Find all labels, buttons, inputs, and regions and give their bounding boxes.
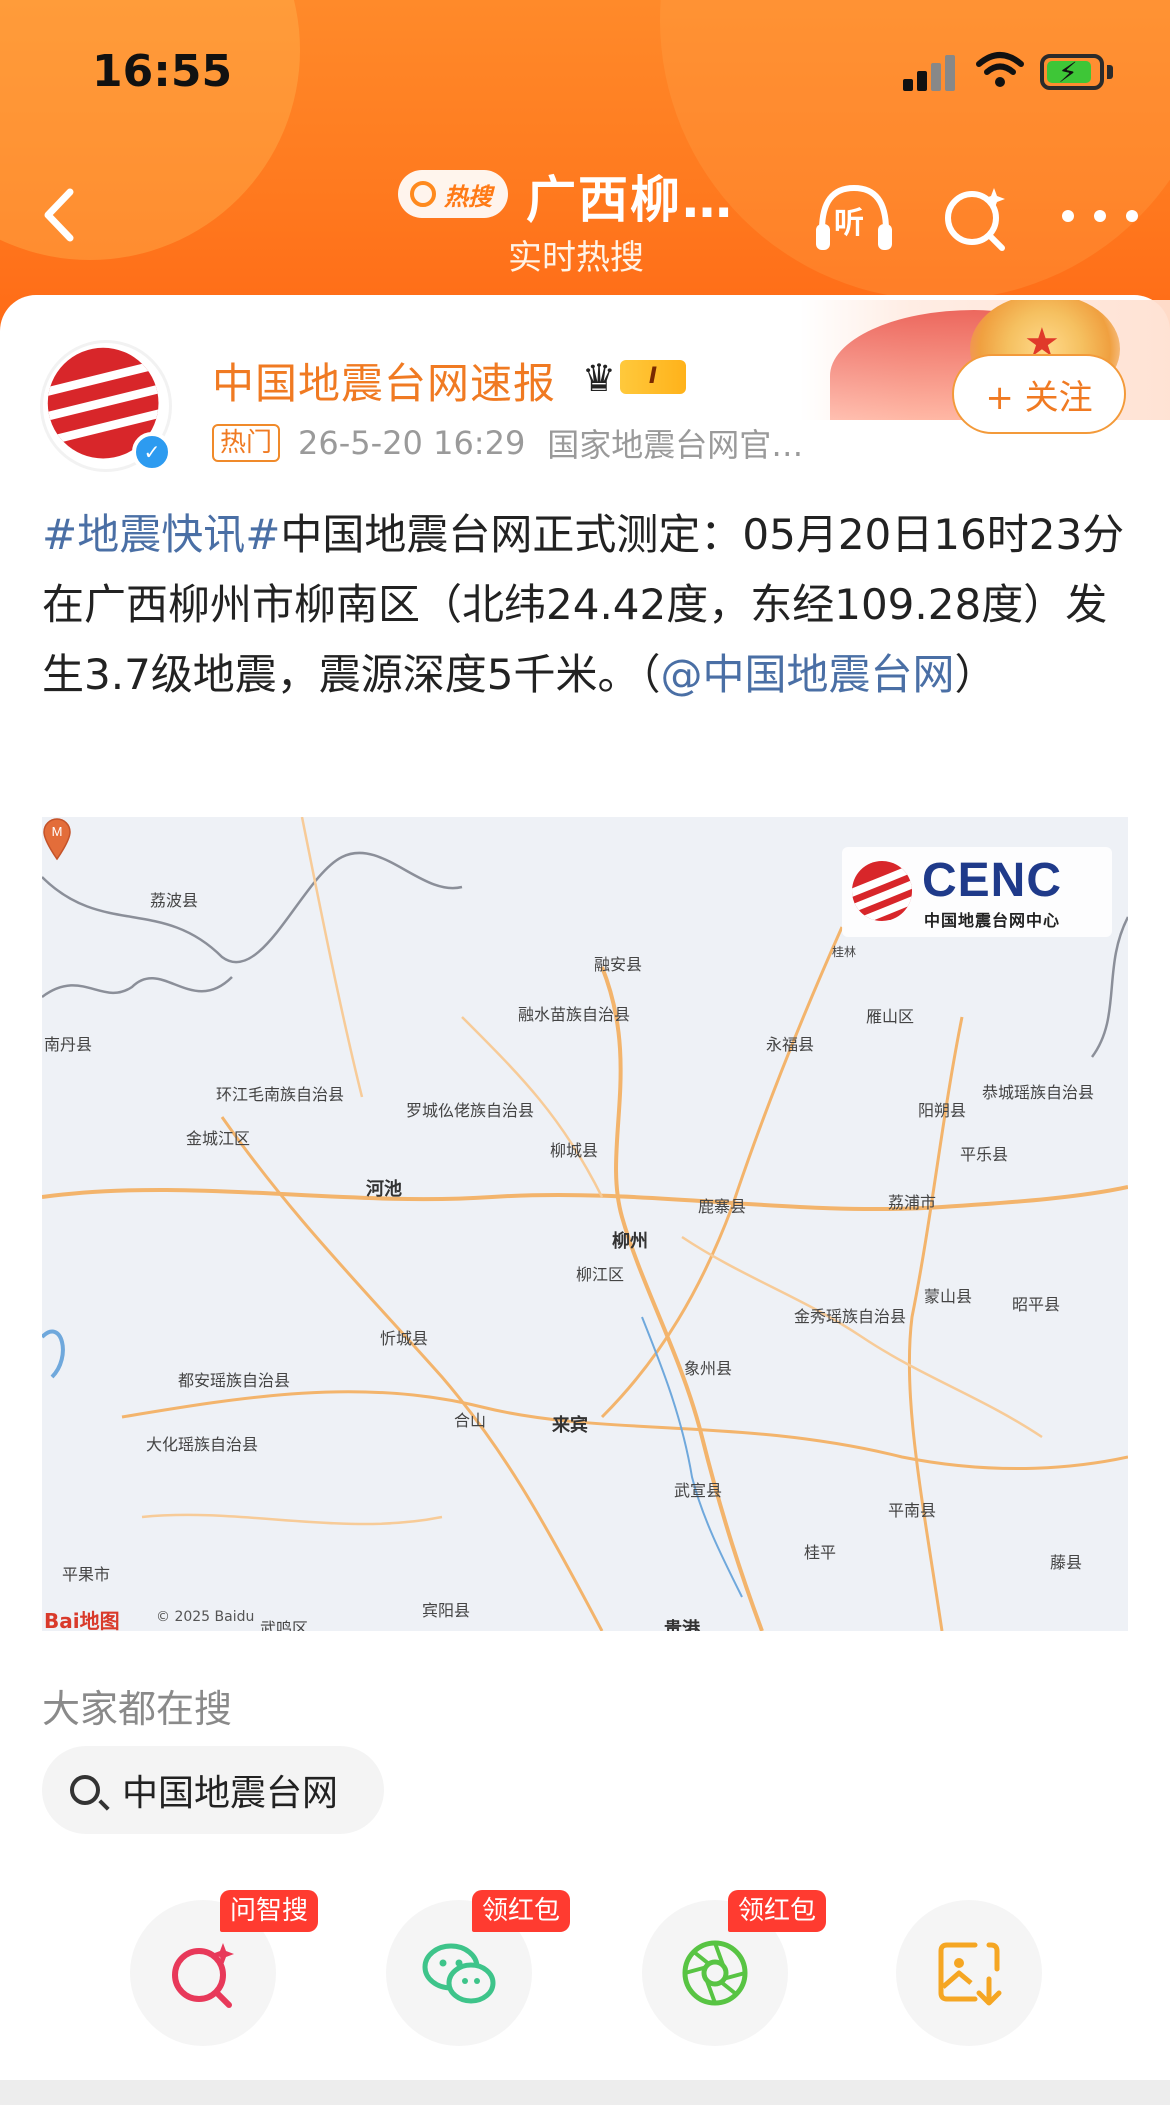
- map-label: 永福县: [766, 1035, 815, 1054]
- page-title: 广西柳…: [526, 171, 734, 229]
- map-label: 象州县: [684, 1359, 733, 1378]
- share-wechat-button[interactable]: 领红包: [386, 1890, 571, 2046]
- map-label: 大化瑶族自治县: [146, 1435, 259, 1454]
- cenc-logo-text: CENC: [922, 854, 1063, 907]
- battery-icon: ⚡: [1040, 54, 1104, 90]
- verified-badge-icon: ✓: [132, 432, 172, 472]
- search-icon: [70, 1775, 100, 1805]
- map-label: 藤县: [1050, 1553, 1083, 1572]
- back-icon[interactable]: [30, 180, 90, 250]
- map-label: 鹿寨县: [698, 1197, 747, 1216]
- map-label: 阳朔县: [918, 1101, 967, 1120]
- hot-label: 热搜: [444, 182, 492, 211]
- action-badge: 领红包: [728, 1890, 827, 1932]
- map-label: 来宾: [552, 1415, 588, 1436]
- map-label: 柳城县: [550, 1141, 599, 1160]
- map-label: 武宣县: [674, 1481, 723, 1500]
- related-search-heading: 大家都在搜: [42, 1687, 233, 1731]
- author-name[interactable]: 中国地震台网速报: [212, 350, 556, 411]
- member-level-badge[interactable]: ♛ I: [582, 354, 692, 400]
- listen-label: 听: [834, 206, 864, 241]
- post-body-end: ）: [954, 650, 997, 699]
- map-label: 宾阳县: [422, 1601, 471, 1620]
- epicenter-marker-icon[interactable]: M: [42, 817, 72, 861]
- map-label: 荔波县: [150, 891, 199, 910]
- marker-label: M: [52, 824, 63, 839]
- map-label: 雁山区: [866, 1007, 915, 1026]
- save-image-icon: [938, 1942, 1002, 2006]
- ai-search-icon: [172, 1943, 234, 2008]
- save-image-button[interactable]: [896, 1900, 1042, 2046]
- home-indicator-bar: [0, 2080, 1170, 2105]
- level-text: I: [620, 360, 686, 394]
- wechat-icon: [422, 1943, 496, 2004]
- map-label: 忻城县: [380, 1329, 429, 1348]
- map-label: 融安县: [594, 955, 643, 974]
- map-roads: [42, 817, 1128, 1631]
- map-label: 桂林: [832, 945, 857, 959]
- map-label: 桂平: [804, 1543, 837, 1562]
- listen-button[interactable]: 听: [812, 180, 896, 256]
- cenc-logo: CENC 中国地震台网中心: [842, 847, 1112, 937]
- post-body: #地震快讯#中国地震台网正式测定：05月20日16时23分在广西柳州市柳南区（北…: [42, 500, 1132, 710]
- map-label: 平乐县: [960, 1145, 1009, 1164]
- map-label: 蒙山县: [924, 1287, 973, 1306]
- wifi-icon: [976, 52, 1024, 87]
- status-time: 16:55: [92, 46, 233, 97]
- crown-icon: ♛: [582, 356, 617, 400]
- related-search-text: 中国地震台网: [122, 1773, 339, 1814]
- related-search-chip[interactable]: 中国地震台网: [42, 1746, 384, 1834]
- map-label: 武鸣区: [260, 1619, 309, 1631]
- cenc-logo-subtitle: 中国地震台网中心: [924, 911, 1061, 930]
- map-label: 平南县: [888, 1501, 937, 1520]
- map-attribution: © 2025 Baidu: [156, 1609, 255, 1625]
- map-label: 平果市: [62, 1565, 111, 1584]
- action-badge: 领红包: [472, 1890, 571, 1932]
- search-icon: [410, 181, 436, 207]
- map-label: 金秀瑶族自治县: [794, 1307, 907, 1326]
- map-label: 贵港: [664, 1619, 700, 1631]
- ai-search-action-button[interactable]: 问智搜: [130, 1890, 319, 2046]
- map-label: 柳州: [612, 1231, 648, 1252]
- map-label: 罗城仫佬族自治县: [406, 1101, 535, 1120]
- post-time: 26-5-20 16:29: [298, 424, 526, 462]
- hot-search-badge: 热搜: [398, 170, 508, 218]
- post-meta: 热门 26-5-20 16:29 国家地震台网官…: [212, 420, 803, 466]
- moments-icon: [682, 1940, 748, 2006]
- more-options-icon[interactable]: [1062, 204, 1138, 228]
- battery-tip: [1107, 65, 1113, 79]
- mention-link[interactable]: @中国地震台网: [661, 650, 955, 699]
- map-label: 都安瑶族自治县: [178, 1371, 291, 1390]
- post-source: 国家地震台网官…: [547, 426, 804, 464]
- map-label: 金城江区: [186, 1129, 251, 1148]
- topic-link[interactable]: #地震快讯#: [42, 510, 280, 559]
- map-label: 恭城瑶族自治县: [982, 1083, 1095, 1102]
- share-moments-button[interactable]: 领红包: [642, 1890, 827, 2046]
- hot-tag: 热门: [212, 424, 281, 462]
- map-label: 融水苗族自治县: [518, 1005, 631, 1024]
- map-label: 河池: [366, 1179, 402, 1200]
- map-label: 荔浦市: [888, 1193, 937, 1212]
- follow-button[interactable]: + 关注: [952, 354, 1126, 434]
- signal-icon: [903, 55, 959, 91]
- map-image[interactable]: CENC 中国地震台网中心 荔波县 融安县 融水苗族自治县 南丹县 永福县 雁山…: [42, 817, 1128, 1631]
- map-label: 合山: [454, 1411, 487, 1430]
- ai-search-icon[interactable]: [940, 180, 1010, 256]
- action-badge: 问智搜: [220, 1890, 319, 1932]
- map-label: 昭平县: [1012, 1295, 1061, 1314]
- map-label: 柳江区: [576, 1265, 625, 1284]
- baidu-map-logo: Bai地图: [44, 1609, 120, 1631]
- map-label: 环江毛南族自治县: [216, 1085, 345, 1104]
- page-subtitle: 实时热搜: [508, 238, 644, 278]
- map-label: 南丹县: [44, 1035, 93, 1054]
